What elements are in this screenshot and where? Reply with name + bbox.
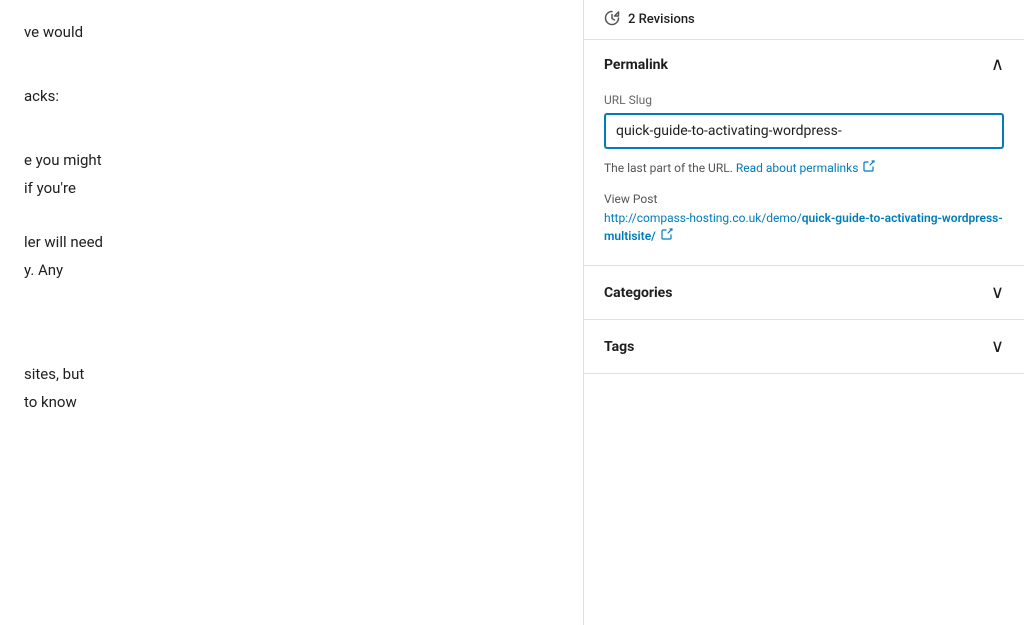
view-post-link[interactable]: http://compass-hosting.co.uk/demo/quick-… [604,209,1004,246]
categories-chevron-icon: ∨ [991,282,1004,303]
categories-section-header[interactable]: Categories ∨ [584,266,1024,319]
content-line-8: to know [24,390,559,414]
read-about-permalinks-link[interactable]: Read about permalinks [736,161,876,175]
content-line-2: acks: [24,84,559,108]
revisions-label: 2 Revisions [628,12,695,27]
tags-section: Tags ∨ [584,320,1024,374]
permalink-content: URL Slug The last part of the URL. Read … [584,89,1024,265]
content-line-4: if you're [24,176,559,200]
permalink-section-header[interactable]: Permalink ∧ [584,40,1024,89]
tags-section-header[interactable]: Tags ∨ [584,320,1024,373]
read-more-external-icon [863,160,875,178]
revisions-bar[interactable]: 2 Revisions [584,0,1024,40]
right-sidebar-panel: 2 Revisions Permalink ∧ URL Slug The las… [584,0,1024,625]
permalink-section: Permalink ∧ URL Slug The last part of th… [584,40,1024,266]
content-line-3: e you might [24,148,559,172]
categories-section: Categories ∨ [584,266,1024,320]
categories-title: Categories [604,285,672,301]
content-line-5: ler will need [24,230,559,254]
permalink-title: Permalink [604,57,668,73]
url-slug-label: URL Slug [604,93,1004,107]
content-line-1: ve would [24,20,559,44]
view-post-url-prefix: http://compass-hosting.co.uk/demo/ [604,211,802,225]
content-line-6: y. Any [24,258,559,282]
url-slug-input[interactable] [604,113,1004,149]
view-post-external-icon [661,228,673,246]
view-post-label: View Post [604,192,1004,206]
content-line-7: sites, but [24,362,559,386]
revisions-icon [604,10,620,30]
permalink-chevron-icon: ∧ [991,54,1004,75]
tags-chevron-icon: ∨ [991,336,1004,357]
left-content-panel: ve would acks: e you might if you're ler… [0,0,584,625]
permalink-description: The last part of the URL. Read about per… [604,159,1004,178]
tags-title: Tags [604,339,634,355]
